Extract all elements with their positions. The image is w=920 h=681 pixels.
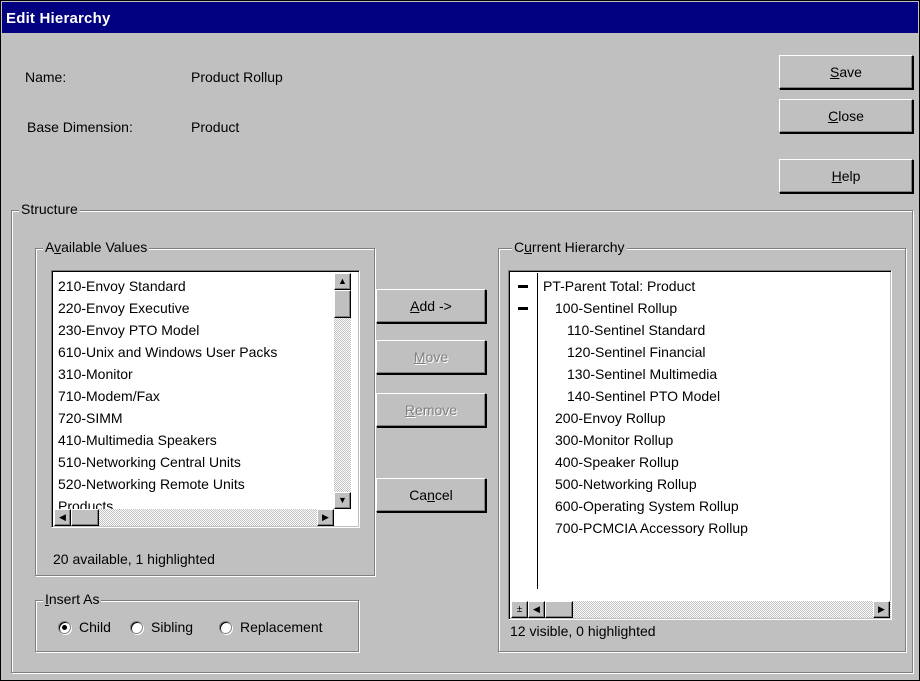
radio-selected-dot [62, 625, 67, 630]
insert-as-label: Insert As [43, 591, 102, 607]
current-hierarchy-label: Current Hierarchy [512, 239, 627, 255]
radio-replacement[interactable] [219, 621, 232, 634]
minus-icon[interactable] [518, 285, 528, 288]
available-items-container: 210-Envoy Standard 220-Envoy Executive 230… [58, 275, 328, 517]
available-values-label: Available Values [43, 239, 150, 255]
save-button-rest: ave [839, 64, 862, 80]
help-button-rest: elp [841, 168, 861, 184]
available-list-item[interactable]: 720-SIMM [58, 407, 328, 429]
available-list-item[interactable]: 310-Monitor [58, 363, 328, 385]
available-values-list[interactable]: 210-Envoy Standard 220-Envoy Executive 230… [51, 270, 360, 528]
hierarchy-node[interactable]: 200-Envoy Rollup [543, 407, 883, 429]
hierarchy-node[interactable]: 600-Operating System Rollup [543, 495, 883, 517]
current-items-container: PT-Parent Total: Product 100-Sentinel Rol… [543, 275, 883, 539]
cancel-button[interactable]: Ca n cel [376, 478, 486, 512]
arrow-right-icon[interactable]: ▶ [873, 601, 890, 618]
arrow-right-icon[interactable]: ▶ [317, 509, 334, 526]
plus-minus-icon[interactable]: ± [511, 601, 528, 618]
current-status: 12 visible, 0 highlighted [510, 623, 656, 639]
radio-child[interactable] [58, 621, 71, 634]
available-list-item[interactable]: 510-Networking Central Units [58, 451, 328, 473]
close-button-rest: lose [838, 108, 864, 124]
radio-child-label[interactable]: Child [79, 619, 111, 635]
hierarchy-node[interactable]: 100-Sentinel Rollup [543, 297, 883, 319]
available-list-item[interactable]: 710-Modem/Fax [58, 385, 328, 407]
hierarchy-node[interactable]: 130-Sentinel Multimedia [543, 363, 883, 385]
arrow-left-icon[interactable]: ◀ [528, 601, 545, 618]
move-button[interactable]: Move [376, 340, 486, 374]
tree-gutter-line [537, 273, 538, 589]
hierarchy-node[interactable]: 140-Sentinel PTO Model [543, 385, 883, 407]
name-value: Product Rollup [191, 69, 283, 85]
available-vscroll-thumb[interactable] [334, 290, 351, 318]
close-button[interactable]: Close [779, 99, 913, 133]
remove-button[interactable]: Remove [376, 393, 486, 427]
structure-label: Structure [19, 201, 80, 217]
add-button-rest: dd -> [419, 298, 452, 314]
base-dimension-label: Base Dimension: [27, 119, 133, 135]
current-hierarchy-tree[interactable]: PT-Parent Total: Product 100-Sentinel Rol… [508, 270, 892, 620]
add-button[interactable]: Add -> [376, 289, 486, 323]
window-title: Edit Hierarchy [2, 2, 918, 33]
available-list-item[interactable]: 220-Envoy Executive [58, 297, 328, 319]
arrow-left-icon[interactable]: ◀ [54, 509, 71, 526]
current-hscroll-track[interactable] [528, 601, 891, 618]
available-list-item[interactable]: 210-Envoy Standard [58, 275, 328, 297]
hierarchy-node[interactable]: 500-Networking Rollup [543, 473, 883, 495]
hierarchy-node[interactable]: 120-Sentinel Financial [543, 341, 883, 363]
save-button[interactable]: Save [779, 55, 913, 89]
minus-icon[interactable] [518, 307, 528, 310]
hierarchy-node[interactable]: 300-Monitor Rollup [543, 429, 883, 451]
radio-replacement-label[interactable]: Replacement [240, 619, 323, 635]
arrow-down-icon[interactable]: ▼ [334, 492, 351, 509]
remove-button-rest: emove [415, 402, 458, 418]
cancel-button-rest: cel [434, 487, 453, 503]
hierarchy-node[interactable]: 700-PCMCIA Accessory Rollup [543, 517, 883, 539]
base-dimension-value: Product [191, 119, 240, 135]
edit-hierarchy-dialog: Edit Hierarchy Name: Product Rollup Base… [0, 0, 920, 681]
hierarchy-node[interactable]: 110-Sentinel Standard [543, 319, 883, 341]
available-hscroll-thumb[interactable] [71, 509, 99, 526]
hierarchy-node[interactable]: 400-Speaker Rollup [543, 451, 883, 473]
available-list-item[interactable]: 610-Unix and Windows User Packs [58, 341, 328, 363]
arrow-up-icon[interactable]: ▲ [334, 273, 351, 290]
help-button[interactable]: Help [779, 159, 913, 193]
current-hscroll-thumb[interactable] [545, 601, 573, 618]
hierarchy-node[interactable]: PT-Parent Total: Product [543, 275, 883, 297]
available-list-item[interactable]: 520-Networking Remote Units [58, 473, 328, 495]
name-label: Name: [25, 69, 67, 85]
available-list-item[interactable]: 410-Multimedia Speakers [58, 429, 328, 451]
move-button-rest: ove [425, 349, 449, 365]
radio-sibling[interactable] [130, 621, 143, 634]
available-status: 20 available, 1 highlighted [53, 551, 215, 567]
radio-sibling-label[interactable]: Sibling [151, 619, 193, 635]
available-list-item[interactable]: 230-Envoy PTO Model [58, 319, 328, 341]
